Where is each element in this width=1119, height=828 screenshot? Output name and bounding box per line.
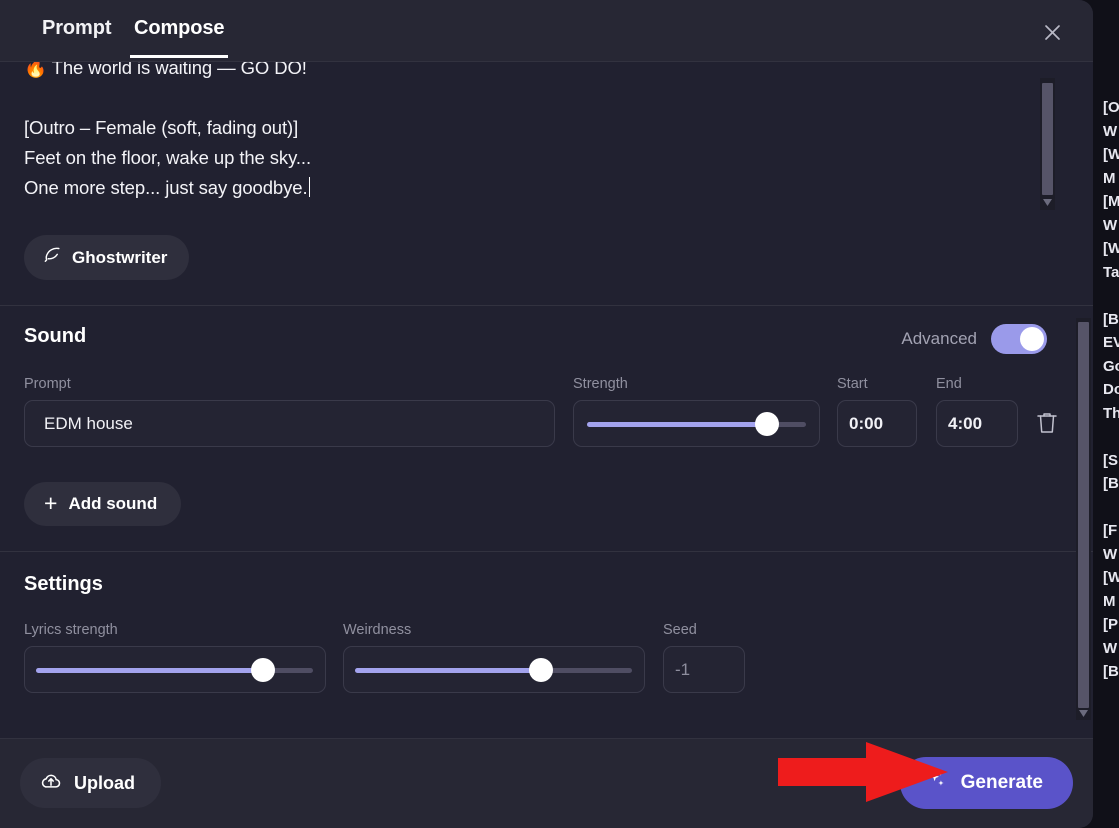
cloud-upload-icon [40,770,62,797]
generate-label: Generate [960,772,1043,793]
lyrics-strength-label: Lyrics strength [24,622,118,638]
sound-strength-label: Strength [573,376,628,392]
weirdness-slider[interactable] [355,658,632,682]
tab-compose[interactable]: Compose [130,17,229,58]
advanced-toggle[interactable] [991,324,1047,354]
modal-scroll-down-icon[interactable] [1076,706,1091,720]
sound-start-value: 0:00 [849,414,884,433]
sparkle-icon [926,769,948,797]
slider-knob[interactable] [251,658,276,682]
plus-icon: + [44,489,58,516]
slider-knob[interactable] [754,412,779,436]
sound-start-label: Start [837,376,868,392]
ghostwriter-button[interactable]: Ghostwriter [24,235,190,280]
add-sound-button[interactable]: + Add sound [24,482,182,526]
divider-sound [0,305,1093,306]
text-caret [308,177,311,197]
weirdness-label: Weirdness [343,622,412,638]
advanced-toggle-knob [1020,327,1044,351]
slider-fill [36,668,264,673]
sound-prompt-value: EDM house [44,414,133,433]
lyrics-strength-slider[interactable] [36,658,313,682]
slider-fill [355,668,541,673]
lyrics-scrollbar[interactable] [1040,78,1055,210]
seed-value: -1 [675,660,691,679]
advanced-label: Advanced [901,329,977,348]
upload-label: Upload [74,772,135,793]
generate-button[interactable]: Generate [899,757,1073,809]
close-icon[interactable] [1037,17,1067,47]
modal-scrollbar[interactable] [1076,318,1091,720]
modal-tabbar: Prompt Compose [0,0,1093,62]
add-sound-label: Add sound [68,494,158,513]
lyrics-scrollbar-thumb[interactable] [1042,83,1053,195]
lyrics-editor[interactable]: 🔥 The world is waiting — GO DO! [Outro –… [0,62,1093,230]
modal-footer: Upload Generate [0,738,1093,828]
divider-settings [0,551,1093,552]
trash-icon[interactable] [1035,410,1061,438]
ghostwriter-label: Ghostwriter [72,247,168,267]
lyrics-scroll-down-icon[interactable] [1040,195,1055,209]
compose-modal: Prompt Compose 🔥 The world is waiting — … [0,0,1093,828]
sound-end-value: 4:00 [948,414,983,433]
sound-strength-slider[interactable] [587,412,806,436]
upload-button[interactable]: Upload [20,758,161,808]
settings-section-title: Settings [24,573,103,595]
modal-scrollbar-thumb[interactable] [1078,322,1089,708]
sound-prompt-label: Prompt [24,376,71,392]
lyrics-content: 🔥 The world is waiting — GO DO! [Outro –… [24,62,311,198]
sound-end-label: End [936,376,962,392]
background-lyrics-text: [O W [W M [M W [W Ta [B EV Go Do Th [S [… [1103,99,1119,680]
slider-fill [587,422,767,427]
seed-label: Seed [663,622,697,638]
slider-knob[interactable] [528,658,553,682]
feather-icon [42,245,62,270]
lyrics-text[interactable]: 🔥 The world is waiting — GO DO! [Outro –… [24,62,1004,203]
advanced-toggle-group: Advanced [901,324,1047,354]
sound-section-title: Sound [24,325,87,347]
tab-prompt[interactable]: Prompt [38,17,115,55]
